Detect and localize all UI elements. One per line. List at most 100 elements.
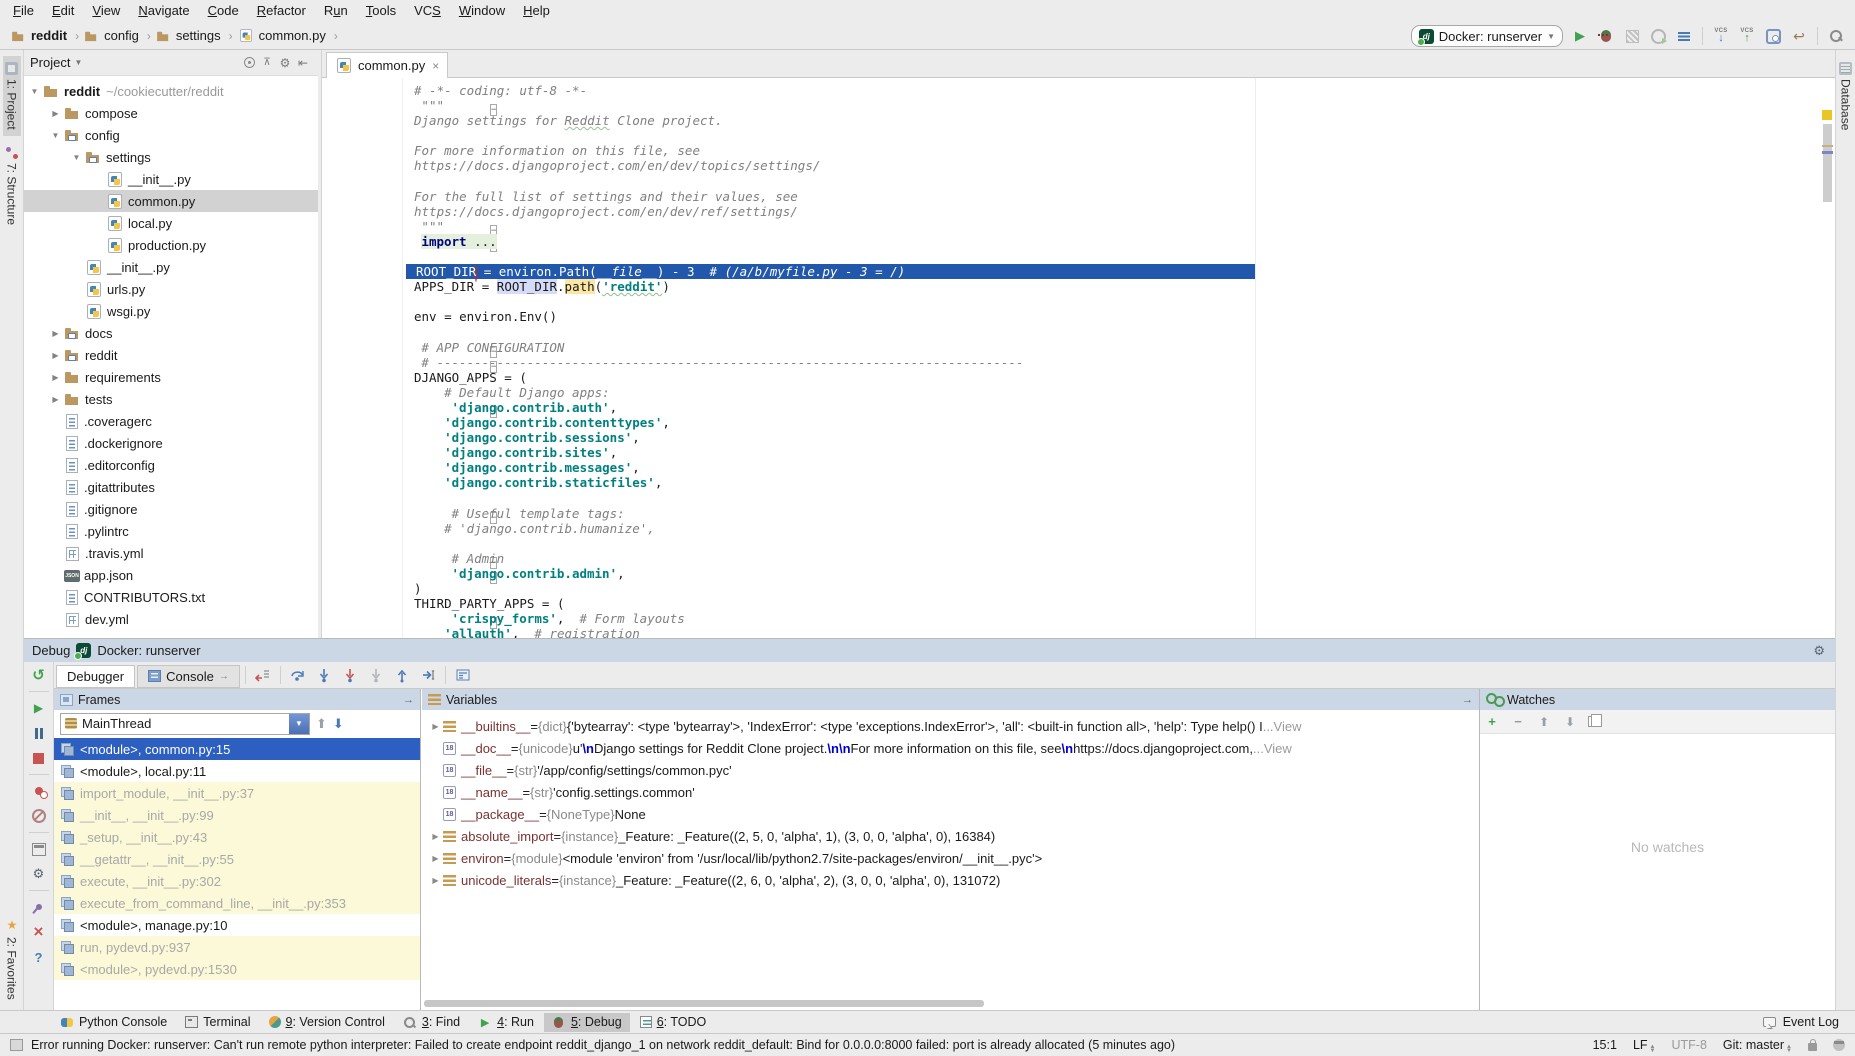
menu-code[interactable]: Code	[199, 0, 248, 22]
frame-row[interactable]: import_module, __init__.py:37	[54, 782, 420, 804]
tree-expanded-arrow-icon[interactable]: ▼	[47, 131, 64, 140]
code-line-15[interactable]	[322, 294, 1821, 309]
code-line-13[interactable]: ROOT_DIR = environ.Path(__file__) - 3 # …	[322, 264, 1821, 279]
tree-item-urls.py[interactable]: urls.py	[24, 278, 318, 300]
tab-console[interactable]: Console →	[137, 665, 240, 688]
menu-vcs[interactable]: VCS	[405, 0, 450, 22]
breadcrumb-reddit[interactable]: reddit›	[10, 28, 79, 44]
frame-row[interactable]: execute, __init__.py:302	[54, 870, 420, 892]
expand-arrow-icon[interactable]: ▶	[428, 854, 443, 863]
add-watch-icon[interactable]: +	[1484, 714, 1500, 730]
hector-inspection-icon[interactable]	[1833, 1039, 1845, 1051]
tree-item-config[interactable]: ▼config	[24, 124, 318, 146]
frame-row[interactable]: __init__, __init__.py:99	[54, 804, 420, 826]
frame-row[interactable]: _setup, __init__.py:43	[54, 826, 420, 848]
tree-item-reddit[interactable]: ▶reddit	[24, 344, 318, 366]
variable-row-environ[interactable]: ▶environ = {module} <module 'environ' fr…	[422, 847, 1479, 869]
toolwindow-button-6-todo[interactable]: 6: TODO	[632, 1013, 715, 1032]
menu-navigate[interactable]: Navigate	[129, 0, 198, 22]
code-line-14[interactable]: APPS_DIR = ROOT_DIR.path('reddit')	[322, 279, 1821, 294]
evaluate-expression-icon[interactable]	[451, 664, 475, 686]
view-breakpoints-icon[interactable]	[30, 782, 48, 800]
breadcrumb-config[interactable]: config›	[83, 28, 151, 44]
code-line-32[interactable]: − # Admin	[322, 551, 1821, 566]
code-line-21[interactable]: # Default Django apps:	[322, 385, 1821, 400]
tree-item-tests[interactable]: ▶tests	[24, 388, 318, 410]
code-line-5[interactable]: For more information on this file, see	[322, 143, 1821, 158]
toolwindow-button-3-find[interactable]: 3: Find	[395, 1013, 468, 1032]
frame-row[interactable]: <module>, manage.py:10	[54, 914, 420, 936]
code-line-22[interactable]: − 'django.contrib.auth',	[322, 400, 1821, 415]
breadcrumb-settings[interactable]: settings›	[155, 28, 233, 44]
code-line-35[interactable]: THIRD_PARTY_APPS = (	[322, 596, 1821, 611]
toolwindow-toggle-icon[interactable]	[10, 1039, 23, 1051]
code-line-3[interactable]: Django settings for Reddit Clone project…	[322, 113, 1821, 128]
tree-expanded-arrow-icon[interactable]: ▼	[68, 153, 85, 162]
run-configuration-select[interactable]: dj Docker: runserver ▼	[1411, 25, 1563, 47]
file-encoding[interactable]: UTF-8	[1672, 1038, 1707, 1052]
menu-edit[interactable]: Edit	[43, 0, 83, 22]
search-icon[interactable]	[1825, 25, 1847, 47]
step-out-icon[interactable]	[390, 664, 414, 686]
history-icon[interactable]	[1762, 25, 1784, 47]
menu-view[interactable]: View	[83, 0, 129, 22]
pin-arrow-icon[interactable]: →	[1462, 694, 1473, 706]
step-into-icon[interactable]	[312, 664, 336, 686]
code-line-27[interactable]: 'django.contrib.staticfiles',	[322, 475, 1821, 490]
tree-item-docs[interactable]: ▶docs	[24, 322, 318, 344]
editor-scrollbar[interactable]	[1821, 106, 1834, 638]
run-configurations-icon[interactable]	[1673, 25, 1695, 47]
frame-row[interactable]: <module>, common.py:15	[54, 738, 420, 760]
next-frame-icon[interactable]: ⬇	[333, 716, 344, 732]
breadcrumb-common.py[interactable]: common.py›	[237, 28, 338, 43]
thread-select[interactable]: MainThread ▼	[60, 713, 310, 735]
tree-collapsed-arrow-icon[interactable]: ▶	[47, 329, 64, 338]
code-line-9[interactable]: https://docs.djangoproject.com/en/dev/re…	[322, 204, 1821, 219]
menu-tools[interactable]: Tools	[357, 0, 405, 22]
tree-item-.editorconfig[interactable]: .editorconfig	[24, 454, 318, 476]
code-line-34[interactable]: )	[322, 581, 1821, 596]
code-line-28[interactable]	[322, 491, 1821, 506]
code-line-4[interactable]	[322, 128, 1821, 143]
expand-arrow-icon[interactable]: ▶	[428, 722, 443, 731]
code-line-11[interactable]: +import ...	[322, 234, 1821, 249]
toolwindow-button-9-version-control[interactable]: 9: Version Control	[261, 1013, 393, 1032]
tree-item-.travis.yml[interactable]: .travis.yml	[24, 542, 318, 564]
tree-item-requirements[interactable]: ▶requirements	[24, 366, 318, 388]
code-line-30[interactable]: # 'django.contrib.humanize',	[322, 521, 1821, 536]
code-line-2[interactable]: −"""	[322, 98, 1821, 113]
menu-window[interactable]: Window	[450, 0, 514, 22]
stop-icon[interactable]	[30, 749, 48, 767]
stripe-button-1-project[interactable]: 1: Project	[3, 56, 21, 136]
locate-icon[interactable]	[240, 54, 258, 72]
frame-row[interactable]: <module>, local.py:11	[54, 760, 420, 782]
show-execution-point-icon[interactable]	[251, 664, 275, 686]
code-line-23[interactable]: 'django.contrib.contenttypes',	[322, 415, 1821, 430]
remove-watch-icon[interactable]: −	[1510, 714, 1526, 730]
tree-item-__init__.py[interactable]: __init__.py	[24, 256, 318, 278]
vcs-commit-icon[interactable]: VCS↑	[1736, 25, 1758, 47]
code-line-36[interactable]: − 'crispy_forms', # Form layouts	[322, 611, 1821, 626]
code-line-19[interactable]: −# -------------------------------------…	[322, 355, 1821, 370]
editor-tab-common-py[interactable]: common.py ×	[326, 52, 448, 78]
code-line-37[interactable]: 'allauth', # registration	[322, 626, 1821, 638]
tree-item-production.py[interactable]: production.py	[24, 234, 318, 256]
expand-arrow-icon[interactable]: ▶	[428, 876, 443, 885]
copy-icon[interactable]	[1588, 716, 1597, 727]
tree-item-.dockerignore[interactable]: .dockerignore	[24, 432, 318, 454]
frame-row[interactable]: run, pydevd.py:937	[54, 936, 420, 958]
code-line-8[interactable]: For the full list of settings and their …	[322, 189, 1821, 204]
frame-row[interactable]: <module>, pydevd.py:1530	[54, 958, 420, 980]
stripe-button-7-structure[interactable]: 7: Structure	[3, 140, 21, 231]
tab-debugger[interactable]: Debugger	[56, 665, 135, 688]
code-line-1[interactable]: # -*- coding: utf-8 -*-	[322, 83, 1821, 98]
undo-icon[interactable]	[1788, 25, 1810, 47]
code-line-16[interactable]: env = environ.Env()	[322, 309, 1821, 324]
hide-panel-icon[interactable]	[294, 54, 312, 72]
code-line-12[interactable]	[322, 249, 1821, 264]
tree-item-wsgi.py[interactable]: wsgi.py	[24, 300, 318, 322]
event-log-button[interactable]: Event Log	[1781, 1013, 1841, 1032]
tree-item-settings[interactable]: ▼settings	[24, 146, 318, 168]
toolwindow-button-terminal[interactable]: Terminal	[177, 1013, 258, 1032]
menu-help[interactable]: Help	[514, 0, 559, 22]
